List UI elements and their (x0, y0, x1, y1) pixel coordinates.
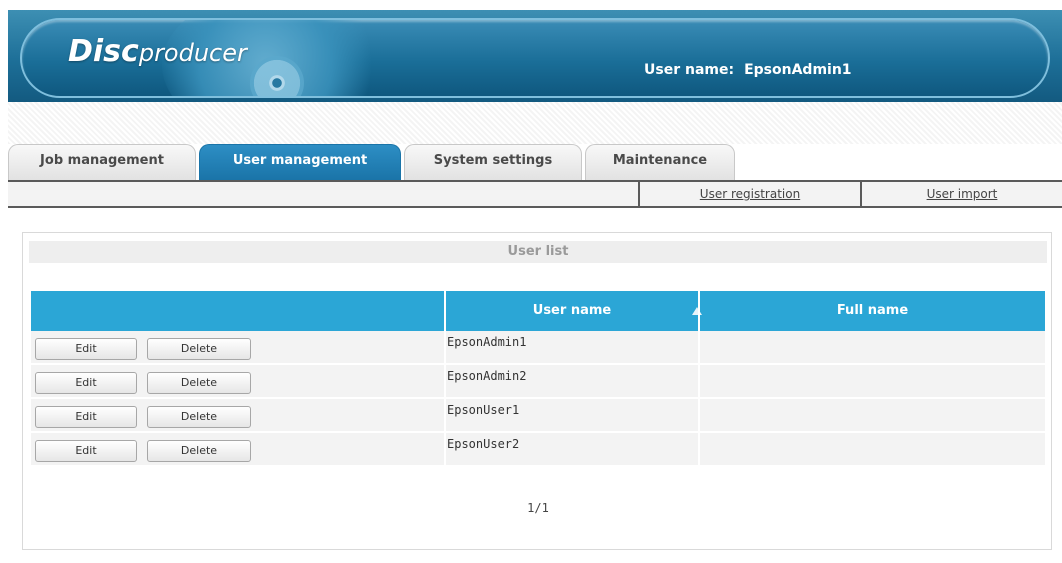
row-divider (698, 331, 700, 365)
user-name-cell: EpsonAdmin1 (447, 335, 527, 349)
edit-button[interactable]: Edit (35, 440, 137, 462)
pagination-indicator: 1/1 (527, 501, 549, 515)
row-divider (698, 365, 700, 399)
delete-button[interactable]: Delete (147, 338, 251, 360)
user-name-cell: EpsonAdmin2 (447, 369, 527, 383)
current-user: User name: EpsonAdmin1 (644, 62, 852, 78)
user-name-value: EpsonAdmin1 (744, 62, 852, 78)
user-import-link[interactable]: User import (860, 182, 1062, 206)
app-header: Discproducer User name: EpsonAdmin1 (8, 10, 1062, 102)
user-registration-link[interactable]: User registration (638, 182, 860, 206)
user-name-label: User name: (644, 62, 735, 78)
delete-button[interactable]: Delete (147, 406, 251, 428)
delete-button[interactable]: Delete (147, 372, 251, 394)
logo-producer-text: producer (138, 39, 247, 67)
delete-button[interactable]: Delete (147, 440, 251, 462)
header-banner: Discproducer User name: EpsonAdmin1 (20, 18, 1050, 98)
logo-disc-text: Disc (68, 34, 139, 69)
row-divider (444, 433, 446, 467)
sub-navigation-bar: User registration User import (8, 180, 1062, 208)
disc-producer-logo: Discproducer (68, 34, 247, 69)
tab-user-management[interactable]: User management (199, 144, 401, 180)
row-divider (444, 331, 446, 365)
user-table: User name Full name Edit Delete EpsonAdm… (31, 291, 1045, 467)
column-header-user-name[interactable]: User name (446, 291, 702, 331)
user-name-cell: EpsonUser1 (447, 403, 520, 417)
table-row: Edit Delete EpsonUser1 (31, 399, 1045, 433)
edit-button[interactable]: Edit (35, 372, 137, 394)
column-header-full-name: Full name (836, 303, 909, 318)
row-divider (698, 399, 700, 433)
user-name-cell: EpsonUser2 (447, 437, 520, 451)
tab-system-settings[interactable]: System settings (404, 144, 582, 180)
table-row: Edit Delete EpsonAdmin1 (31, 331, 1045, 365)
table-row: Edit Delete EpsonUser2 (31, 433, 1045, 467)
tab-job-management[interactable]: Job management (8, 144, 196, 180)
header-hatch-band (8, 102, 1062, 144)
edit-button[interactable]: Edit (35, 406, 137, 428)
table-row: Edit Delete EpsonAdmin2 (31, 365, 1045, 399)
tab-maintenance[interactable]: Maintenance (585, 144, 735, 180)
table-header: User name Full name (31, 291, 1045, 331)
row-divider (444, 399, 446, 433)
user-list-panel: User list User name Full name Edit Delet… (22, 232, 1052, 550)
row-divider (444, 365, 446, 399)
panel-title: User list (29, 241, 1047, 263)
column-header-user-name-label: User name (532, 303, 612, 318)
edit-button[interactable]: Edit (35, 338, 137, 360)
row-divider (698, 433, 700, 467)
